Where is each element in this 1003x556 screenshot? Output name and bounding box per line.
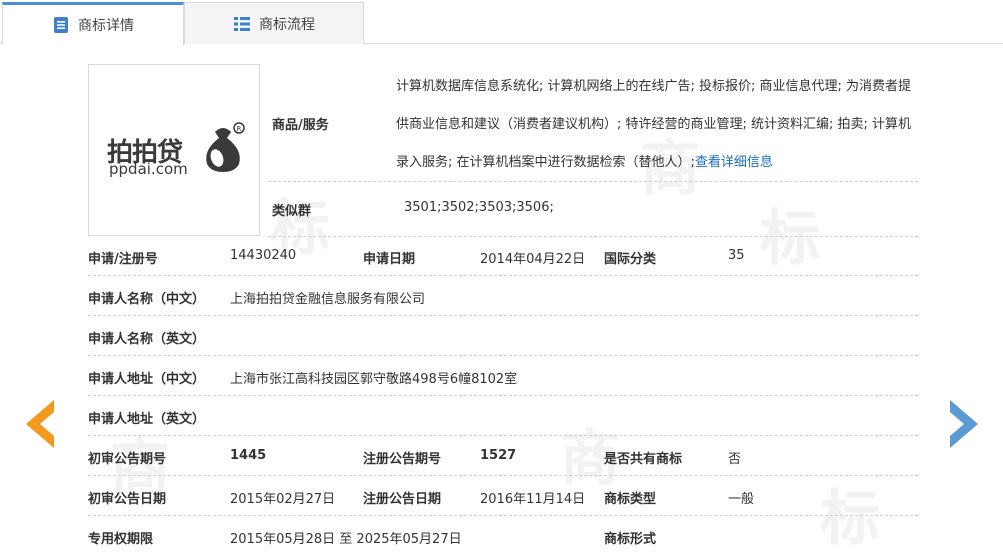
chevron-right-icon	[950, 400, 978, 448]
view-details-link[interactable]: 查看详细信息	[695, 155, 773, 170]
detail-row: 初审公告日期 2015年02月27日 注册公告日期 2016年11月14日 商标…	[88, 476, 918, 516]
similar-group-value: 3501;3502;3503;3506;	[404, 200, 554, 215]
divider	[268, 181, 918, 182]
apply-date-value: 2014年04月22日	[480, 252, 586, 267]
exclusive-label: 专用权期限	[88, 532, 154, 547]
reg-no-label: 申请/注册号	[88, 252, 158, 267]
intl-class-label: 国际分类	[604, 252, 657, 267]
similar-group-label: 类似群	[272, 204, 312, 219]
trademark-image: 拍拍贷 ppdai.com R	[88, 64, 260, 236]
applicant-en-label: 申请人名称（英文）	[88, 332, 206, 347]
address-cn-label: 申请人地址（中文）	[88, 372, 206, 387]
reg-pub-no-label: 注册公告期号	[363, 452, 442, 467]
detail-row: 申请/注册号 14430240 申请日期 2014年04月22日 国际分类 35	[88, 236, 918, 276]
trademark-detail-panel: 拍拍贷 ppdai.com R 商品/服务 计算机数据库信息系统化; 计算机网络…	[0, 44, 1003, 556]
tab-trademark-details[interactable]: 商标详情	[2, 2, 184, 45]
detail-row: 申请人名称（中文） 上海拍拍贷金融信息服务有限公司	[88, 276, 918, 316]
goods-services-value: 计算机数据库信息系统化; 计算机网络上的在线广告; 投标报价; 商业信息代理; …	[396, 68, 918, 182]
reg-pub-date-label: 注册公告日期	[363, 492, 442, 507]
detail-row: 申请人地址（中文） 上海市张江高科技园区郭守敬路498号6幢8102室	[88, 356, 918, 396]
tab-label: 商标详情	[78, 18, 134, 34]
goods-services-label: 商品/服务	[272, 118, 329, 133]
svg-text:R: R	[237, 125, 242, 133]
intl-class-value: 35	[728, 248, 745, 263]
address-en-label: 申请人地址（英文）	[88, 412, 206, 427]
prelim-date-label: 初审公告日期	[88, 492, 167, 507]
detail-row: 初审公告期号 1445 注册公告期号 1527 是否共有商标 否	[88, 436, 918, 476]
ppdai-logo: 拍拍贷 ppdai.com R	[99, 120, 249, 180]
prev-button[interactable]	[20, 398, 56, 450]
money-bag-icon: R	[206, 122, 245, 172]
document-icon	[54, 17, 68, 33]
reg-no-value: 14430240	[230, 248, 297, 263]
goods-services-text: 计算机数据库信息系统化; 计算机网络上的在线广告; 投标报价; 商业信息代理; …	[396, 79, 912, 170]
address-cn-value: 上海市张江高科技园区郭守敬路498号6幢8102室	[230, 372, 518, 387]
tm-type-label: 商标类型	[604, 492, 657, 507]
detail-row: 申请人名称（英文）	[88, 316, 918, 356]
tab-bar: 商标详情 商标流程	[0, 0, 1003, 45]
chevron-left-icon	[26, 400, 54, 448]
tm-type-value: 一般	[728, 492, 755, 507]
applicant-cn-value: 上海拍拍贷金融信息服务有限公司	[230, 292, 426, 307]
logo-text-en: ppdai.com	[109, 160, 188, 178]
applicant-cn-label: 申请人名称（中文）	[88, 292, 206, 307]
prelim-date-value: 2015年02月27日	[230, 492, 336, 507]
shared-value: 否	[728, 452, 742, 467]
prelim-no-value: 1445	[230, 448, 267, 463]
shared-label: 是否共有商标	[604, 452, 683, 467]
apply-date-label: 申请日期	[363, 252, 416, 267]
reg-pub-date-value: 2016年11月14日	[480, 492, 586, 507]
detail-row: 申请人地址（英文）	[88, 396, 918, 436]
next-button[interactable]	[948, 398, 984, 450]
reg-pub-no-value: 1527	[480, 448, 517, 463]
prelim-no-label: 初审公告期号	[88, 452, 167, 467]
tab-trademark-process[interactable]: 商标流程	[184, 2, 364, 44]
tab-label: 商标流程	[259, 16, 315, 33]
exclusive-value: 2015年05月28日 至 2025年05月27日	[230, 532, 462, 547]
list-icon	[234, 16, 250, 31]
detail-row: 专用权期限 2015年05月28日 至 2025年05月27日 商标形式	[88, 516, 918, 556]
tm-form-label: 商标形式	[604, 532, 657, 547]
